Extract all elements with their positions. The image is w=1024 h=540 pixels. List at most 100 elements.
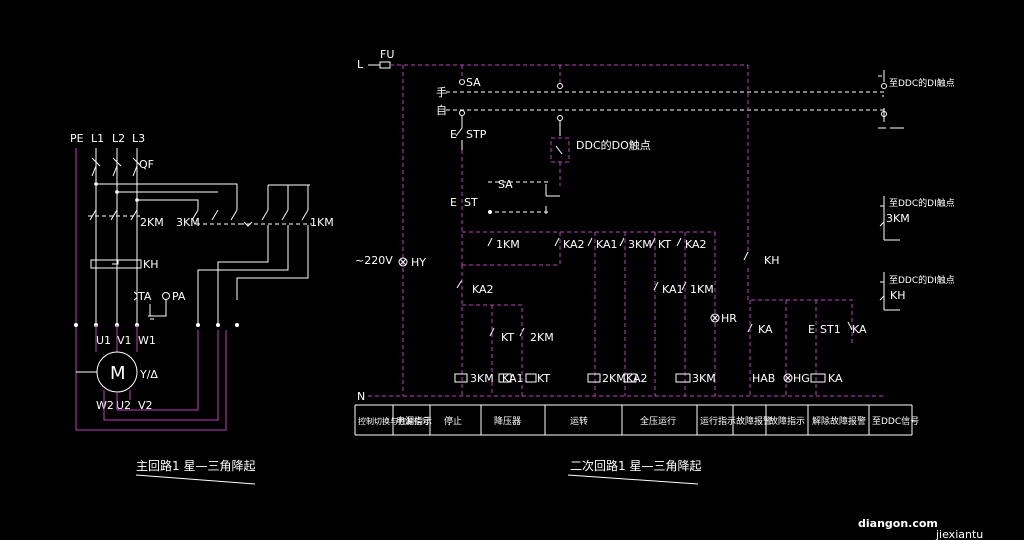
watermark: diangon.com jiexiantu: [858, 517, 983, 540]
current-transformer: TA PA: [133, 290, 186, 320]
fn-2: 停止: [444, 415, 462, 427]
terminal-u1: U1: [96, 334, 111, 347]
contactor-3km: 3KM: [176, 209, 240, 229]
contactor-2km-label: 2KM: [140, 216, 164, 229]
contact-ka1-lower-label: KA1: [662, 283, 684, 296]
ddc-label-2: 至DDC的DI触点: [889, 197, 955, 209]
phase-label-l1: L1: [91, 132, 104, 145]
terminal-w1: W1: [138, 334, 156, 347]
ddc-contact-kh: KH: [890, 289, 906, 302]
terminal-v1: V1: [117, 334, 132, 347]
contact-kh-label: KH: [764, 254, 780, 267]
contact-ka1-lower: KA1 1KM: [653, 281, 714, 296]
motor-connection: Y/Δ: [139, 368, 158, 381]
fn-9: 解除故障报警: [812, 415, 866, 427]
motor-symbol: M: [110, 363, 126, 384]
button-st1: E ST1 KA: [808, 321, 867, 336]
fn-8: 故障指示: [769, 415, 805, 427]
fn-4: 运转: [570, 415, 588, 427]
control-circuit: L FU N ~220V HY SA 手 自 E STP DDC的DO触点 SA…: [354, 48, 955, 485]
selector-sa-row-label: SA: [498, 178, 513, 191]
hg-label: HG: [793, 372, 810, 385]
pa-label: PA: [172, 290, 186, 303]
contact-2km-lower-label: 2KM: [530, 331, 554, 344]
coil-ka: KA: [828, 372, 843, 385]
ddc-contact-3km: 3KM: [886, 212, 910, 225]
phase-label-pe: PE: [70, 132, 84, 145]
button-st1-label: ST1: [820, 323, 841, 336]
contactor-2km: 2KM: [88, 209, 164, 229]
terminal-row: [74, 323, 239, 327]
contact-1km: 1KM: [496, 238, 520, 251]
watermark-main: diangon.com: [858, 517, 938, 530]
supply-voltage: ~220V: [355, 254, 393, 267]
ta-label: TA: [137, 290, 152, 303]
fn-3: 降压器: [494, 415, 521, 427]
coils-row: 3KM KA1 KT 2KM KA2 3KM HAB HG KA: [454, 372, 843, 385]
contact-ka2-lower-label: KA2: [472, 283, 494, 296]
terminal-w2: W2: [96, 399, 114, 412]
ddc-label-1: 至DDC的DI触点: [889, 77, 955, 89]
motor: M Y/Δ: [76, 351, 158, 393]
contact-ka2-b: KA2: [685, 238, 707, 251]
coil-ka2: KA2: [626, 372, 648, 385]
pe-wire: [75, 148, 227, 431]
contact-kt-lower-label: KT: [501, 331, 514, 344]
contact-kt: KT: [658, 238, 671, 251]
stop-label: STP: [466, 128, 487, 141]
schematic-canvas: PE L1 L2 L3 QF 2KM 3KM 1KM KH TA PA U1 V…: [70, 48, 983, 540]
coil-3km-a: 3KM: [470, 372, 494, 385]
selector-sa: SA 手 自: [436, 76, 886, 121]
fuse-label: FU: [380, 48, 394, 61]
lamp-hr-label: HR: [721, 312, 737, 325]
main-circuit: PE L1 L2 L3 QF 2KM 3KM 1KM KH TA PA U1 V…: [70, 132, 334, 485]
start-button: E ST: [450, 196, 478, 209]
ddc-contact-label: DDC的DO触点: [576, 138, 651, 152]
contactor-3km-label: 3KM: [176, 216, 200, 229]
indicator-hy: HY: [398, 256, 426, 269]
contactor-1km: 1KM: [197, 184, 334, 325]
line-n-label: N: [357, 390, 365, 403]
fuse-fu: [379, 61, 391, 69]
contactor-1km-label: 1KM: [310, 216, 334, 229]
selector-sa-row: SA: [488, 178, 560, 214]
button-st1-prefix: E: [808, 323, 815, 336]
fn-10: 至DDC信号: [872, 415, 919, 427]
breaker-label: QF: [139, 158, 154, 171]
manual-label: 手: [436, 85, 447, 99]
hab-label: HAB: [752, 372, 775, 385]
main-circuit-caption: 主回路1 星—三角降起: [136, 458, 255, 473]
phase-label-l3: L3: [132, 132, 145, 145]
fn-6: 运行指示: [700, 415, 736, 427]
contact-1km-lower-label: 1KM: [690, 283, 714, 296]
stop-prefix: E: [450, 128, 457, 141]
thermal-relay-label: KH: [143, 258, 159, 271]
line-l-label: L: [357, 58, 364, 71]
phase-label-l2: L2: [112, 132, 125, 145]
contact-ka-label: KA: [758, 323, 773, 336]
fn-5: 全压运行: [640, 415, 676, 427]
ddc-contact: DDC的DO触点: [550, 120, 651, 186]
selector-sa-label: SA: [466, 76, 481, 89]
contact-ka1: KA1: [596, 238, 618, 251]
ddc-outputs: 至DDC的DI触点 至DDC的DI触点 3KM 至DDC的DI触点 KH: [878, 70, 955, 311]
contact-3km: 3KM: [628, 238, 652, 251]
breaker-qf: QF: [91, 157, 154, 177]
stop-button: E STP: [450, 116, 487, 150]
start-prefix: E: [450, 196, 457, 209]
fn-1: 电源指示: [396, 415, 432, 427]
contact-kh: KH: [743, 65, 853, 396]
control-caption-underline: [567, 474, 699, 485]
main-caption-underline: [135, 474, 256, 485]
coil-2km: 2KM: [602, 372, 626, 385]
coil-ka1: KA1: [502, 372, 524, 385]
fn-7: 故障报警: [736, 415, 772, 427]
contacts-row: 1KM KA2 KA1 3KM KT KA2: [487, 237, 707, 251]
contact-ka-2-label: KA: [852, 323, 867, 336]
indicator-hy-label: HY: [411, 256, 426, 269]
coil-kt: KT: [537, 372, 550, 385]
ddc-label-3: 至DDC的DI触点: [889, 274, 955, 286]
watermark-sub: jiexiantu: [935, 528, 983, 540]
function-table: 控制切换与控制信号 电源指示 停止 降压器 运转 全压运行 运行指示 故障报警 …: [354, 404, 919, 436]
thermal-relay-kh: KH: [90, 258, 159, 271]
